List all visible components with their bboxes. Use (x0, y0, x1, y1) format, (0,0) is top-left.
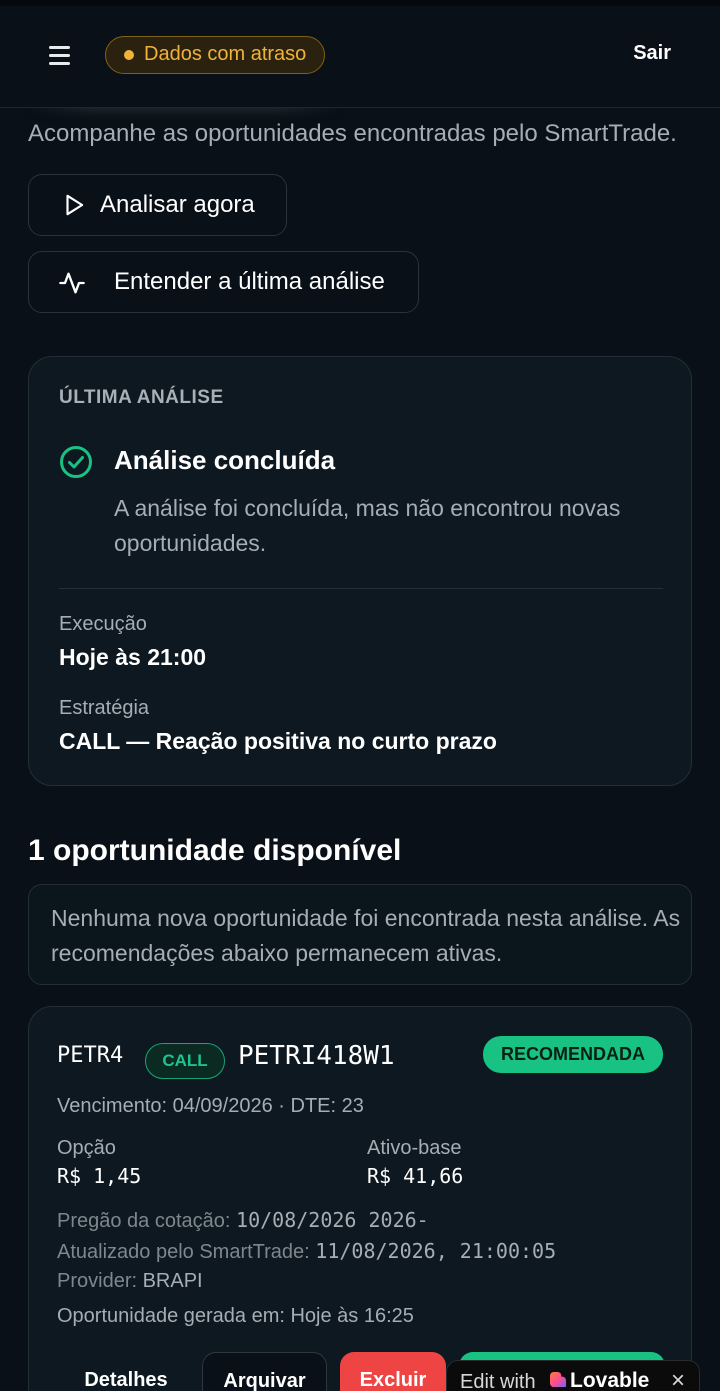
analyze-now-label: Analisar agora (100, 191, 255, 218)
check-circle-icon (60, 446, 92, 478)
delete-button[interactable]: Excluir (340, 1352, 446, 1391)
top-bar: Dados com atraso Sair (0, 0, 720, 108)
execution-label: Execução (59, 613, 147, 635)
analysis-status-title: Análise concluída (114, 445, 336, 475)
no-new-opportunities-notice: Nenhuma nova oportunidade foi encontrada… (28, 884, 692, 985)
warning-dot-icon (124, 50, 134, 60)
option-price-value: R$ 1,45 (57, 1164, 142, 1188)
quote-session-line: Pregão da cotação: 10/08/2026 2026- (57, 1208, 429, 1233)
delay-badge: Dados com atraso (105, 36, 326, 74)
option-type-badge: CALL (145, 1043, 225, 1079)
strategy-value: CALL — Reação positiva no curto prazo (59, 728, 497, 754)
option-code: PETRI418W1 (238, 1041, 395, 1071)
archive-button[interactable]: Arquivar (202, 1352, 327, 1391)
provider-value: BRAPI (142, 1270, 203, 1292)
option-price-label: Opção (57, 1137, 116, 1159)
page-subtitle: Acompanhe as oportunidades encontradas p… (28, 120, 677, 147)
opportunities-heading: 1 oportunidade disponível (28, 834, 402, 867)
analyze-now-button[interactable]: Analisar agora (28, 174, 287, 236)
understand-last-analysis-label: Entender a última análise (114, 268, 385, 295)
lovable-edit-badge[interactable]: Edit with Lovable × (446, 1360, 700, 1391)
lovable-logo-icon (550, 1371, 567, 1388)
underlying-price-value: R$ 41,66 (367, 1164, 464, 1188)
status-strip (0, 0, 720, 6)
underlying-price-label: Ativo-base (367, 1137, 462, 1159)
updated-label: Atualizado pelo SmartTrade: (57, 1241, 310, 1263)
updated-line: Atualizado pelo SmartTrade: 11/08/2026, … (57, 1239, 556, 1264)
section-label: ÚLTIMA ANÁLISE (59, 387, 224, 408)
quote-session-label: Pregão da cotação: (57, 1210, 231, 1232)
play-icon (66, 194, 84, 216)
understand-last-analysis-button[interactable]: Entender a última análise (28, 251, 419, 313)
updated-value: 11/08/2026, 21:00:05 (315, 1239, 557, 1263)
close-icon[interactable]: × (671, 1367, 685, 1391)
expiry-line: Vencimento: 04/09/2026 · DTE: 23 (57, 1095, 364, 1117)
generated-line: Oportunidade gerada em: Hoje às 16:25 (57, 1305, 414, 1327)
menu-icon[interactable] (40, 38, 80, 72)
divider (59, 588, 663, 589)
underlying-ticker: PETR4 (57, 1043, 124, 1068)
activity-icon (59, 272, 85, 294)
details-button[interactable]: Detalhes (59, 1352, 193, 1391)
execution-value: Hoje às 21:00 (59, 644, 207, 670)
lovable-brand: Lovable (570, 1369, 650, 1391)
notice-text: Nenhuma nova oportunidade foi encontrada… (51, 905, 681, 966)
page: Dados com atraso Sair Acompanhe as oport… (0, 0, 720, 1391)
quote-session-value: 10/08/2026 2026- (236, 1208, 429, 1232)
delay-badge-label: Dados com atraso (144, 43, 307, 65)
provider-line: Provider: BRAPI (57, 1270, 203, 1293)
provider-label: Provider: (57, 1270, 138, 1292)
edit-with-label: Edit with (460, 1371, 536, 1391)
strategy-label: Estratégia (59, 697, 150, 719)
logout-button[interactable]: Sair (633, 42, 671, 65)
status-badge: RECOMENDADA (483, 1036, 663, 1073)
analysis-status-description: A análise foi concluída, mas não encontr… (114, 495, 621, 556)
opportunity-card[interactable]: PETR4 CALL PETRI418W1 RECOMENDADA Vencim… (28, 1006, 692, 1391)
last-analysis-card: ÚLTIMA ANÁLISE Análise concluída A análi… (28, 356, 692, 786)
